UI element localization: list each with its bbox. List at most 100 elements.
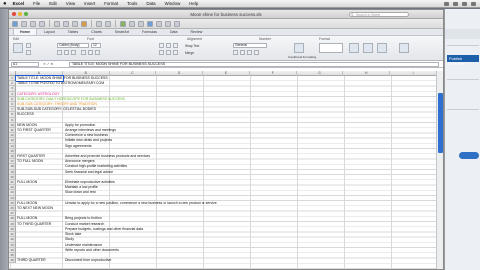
wifi-icon[interactable] bbox=[444, 1, 449, 6]
desktop-background bbox=[0, 9, 8, 270]
bold-icon[interactable] bbox=[57, 50, 62, 55]
spotlight-icon[interactable] bbox=[471, 1, 476, 6]
menu-tools[interactable]: Tools bbox=[127, 1, 137, 6]
menu-window[interactable]: Window bbox=[165, 1, 181, 6]
zoom-icon[interactable] bbox=[165, 20, 171, 27]
align-middle-icon[interactable] bbox=[166, 43, 171, 48]
conditional-formatting-icon[interactable] bbox=[294, 43, 304, 53]
delete-cells-icon[interactable] bbox=[363, 43, 373, 53]
menu-view[interactable]: View bbox=[66, 1, 75, 6]
name-box[interactable]: A1 bbox=[11, 62, 39, 67]
divider bbox=[447, 109, 479, 110]
decrease-decimal-icon[interactable] bbox=[254, 50, 259, 55]
menu-file[interactable]: File bbox=[33, 1, 40, 6]
search-input[interactable]: ⚲ Search in Sheet bbox=[349, 12, 409, 17]
align-bottom-icon[interactable] bbox=[173, 43, 178, 48]
tab-formulas[interactable]: Formulas bbox=[136, 29, 163, 35]
table-row: 36 THIRD QUARTER Disconnect from unproduct… bbox=[9, 258, 437, 264]
autosum-icon[interactable] bbox=[120, 20, 126, 27]
menu-excel[interactable]: Excel bbox=[13, 1, 24, 6]
number-format-select[interactable]: General bbox=[233, 43, 267, 48]
format-painter-icon[interactable] bbox=[81, 20, 87, 27]
tab-layout[interactable]: Layout bbox=[38, 29, 61, 35]
title-bar: Moon shine for business success.xls ⚲ Se… bbox=[9, 10, 443, 19]
tab-tables[interactable]: Tables bbox=[62, 29, 84, 35]
undo-icon[interactable] bbox=[96, 20, 102, 27]
tab-review[interactable]: Review bbox=[185, 29, 209, 35]
save-icon[interactable] bbox=[30, 20, 36, 27]
blue-pill-button[interactable] bbox=[459, 152, 479, 159]
format-cells-icon[interactable] bbox=[377, 43, 387, 53]
align-center-icon[interactable] bbox=[166, 50, 171, 55]
increase-decimal-icon[interactable] bbox=[247, 50, 252, 55]
new-workbook-icon[interactable] bbox=[12, 20, 18, 27]
percent-icon[interactable] bbox=[240, 50, 245, 55]
clear-icon[interactable] bbox=[26, 50, 31, 55]
formula-bar: A1 ✕ ✓ fx TABLE TITLE: MOON SHINE FOR BU… bbox=[9, 61, 443, 68]
sort-icon[interactable] bbox=[129, 20, 135, 27]
cell-column-a[interactable]: THIRD QUARTER bbox=[16, 258, 63, 263]
font-size-select[interactable]: 12 bbox=[91, 43, 101, 48]
battery-icon[interactable] bbox=[462, 1, 467, 6]
apple-menu-icon[interactable]: ● bbox=[3, 1, 7, 7]
group-label-alignment: Alignment bbox=[187, 37, 203, 41]
redo-icon[interactable] bbox=[105, 20, 111, 27]
standard-toolbar bbox=[9, 19, 443, 29]
merge-button[interactable]: Merge bbox=[185, 51, 194, 55]
spreadsheet-grid[interactable]: A B C D E F G H I 1 TABLE TITLE: MOON SHI… bbox=[9, 71, 443, 269]
copy-icon[interactable] bbox=[63, 20, 69, 27]
currency-icon[interactable] bbox=[233, 50, 238, 55]
cut-icon[interactable] bbox=[54, 20, 60, 27]
tab-charts[interactable]: Charts bbox=[85, 29, 108, 35]
menu-insert[interactable]: Insert bbox=[84, 1, 95, 6]
function-icon[interactable]: ✕ ✓ fx bbox=[43, 62, 53, 66]
gallery-icon[interactable] bbox=[147, 20, 153, 27]
divider bbox=[447, 79, 479, 80]
print-icon[interactable] bbox=[39, 20, 45, 27]
tab-home[interactable]: Home bbox=[13, 28, 37, 35]
menu-help[interactable]: Help bbox=[189, 1, 198, 6]
insert-cells-icon[interactable] bbox=[349, 43, 359, 53]
paste-icon[interactable] bbox=[13, 43, 23, 53]
search-icon: ⚲ bbox=[351, 13, 354, 17]
tab-smartart[interactable]: SmartArt bbox=[109, 29, 135, 35]
open-icon[interactable] bbox=[21, 20, 27, 27]
menu-format[interactable]: Format bbox=[104, 1, 118, 6]
italic-icon[interactable] bbox=[64, 50, 69, 55]
menu-data[interactable]: Data bbox=[146, 1, 155, 6]
divider bbox=[447, 45, 479, 46]
row-number[interactable]: 36 bbox=[9, 258, 16, 264]
toolbar-separator bbox=[91, 20, 92, 27]
toolbar-separator bbox=[49, 20, 50, 27]
fill-icon[interactable] bbox=[26, 43, 31, 48]
formula-input[interactable]: TABLE TITLE: MOON SHINE FOR BUSINESS SUC… bbox=[69, 62, 439, 67]
conditional-formatting-label: Conditional Formatting bbox=[288, 55, 317, 59]
fill-color-icon[interactable] bbox=[88, 50, 93, 55]
menu-edit[interactable]: Edit bbox=[49, 1, 57, 6]
tab-data[interactable]: Data bbox=[164, 29, 184, 35]
group-label-format: Format bbox=[319, 37, 330, 41]
font-name-select[interactable]: Calibri (Body) bbox=[57, 43, 89, 48]
toolbox-icon[interactable] bbox=[156, 20, 162, 27]
themes-icon[interactable] bbox=[399, 43, 409, 53]
underline-icon[interactable] bbox=[71, 50, 76, 55]
borders-icon[interactable] bbox=[81, 50, 86, 55]
ribbon: Edit Font Alignment Number Format Calibr… bbox=[9, 36, 443, 61]
volume-icon[interactable] bbox=[453, 1, 458, 6]
publish-button-label: Publish Selection bbox=[449, 56, 466, 66]
align-left-icon[interactable] bbox=[159, 50, 164, 55]
background-app-window[interactable]: Publish Selection bbox=[444, 9, 480, 270]
wrap-text-button[interactable]: Wrap Text bbox=[185, 44, 199, 48]
font-color-icon[interactable] bbox=[95, 50, 100, 55]
align-top-icon[interactable] bbox=[159, 43, 164, 48]
publish-button[interactable]: Publish Selection bbox=[447, 55, 479, 66]
cell-styles-gallery[interactable] bbox=[319, 43, 343, 53]
help-icon[interactable] bbox=[174, 20, 180, 27]
paste-icon[interactable] bbox=[72, 20, 78, 27]
group-label-font: Font bbox=[87, 37, 94, 41]
cell-column-b[interactable]: Disconnect from unproductive bbox=[63, 258, 111, 263]
vertical-scrollbar[interactable] bbox=[436, 71, 443, 269]
filter-icon[interactable] bbox=[138, 20, 144, 27]
rows-container: 1 TABLE TITLE: MOON SHINE FOR BUSINESS SU… bbox=[9, 74, 437, 269]
align-right-icon[interactable] bbox=[173, 50, 178, 55]
